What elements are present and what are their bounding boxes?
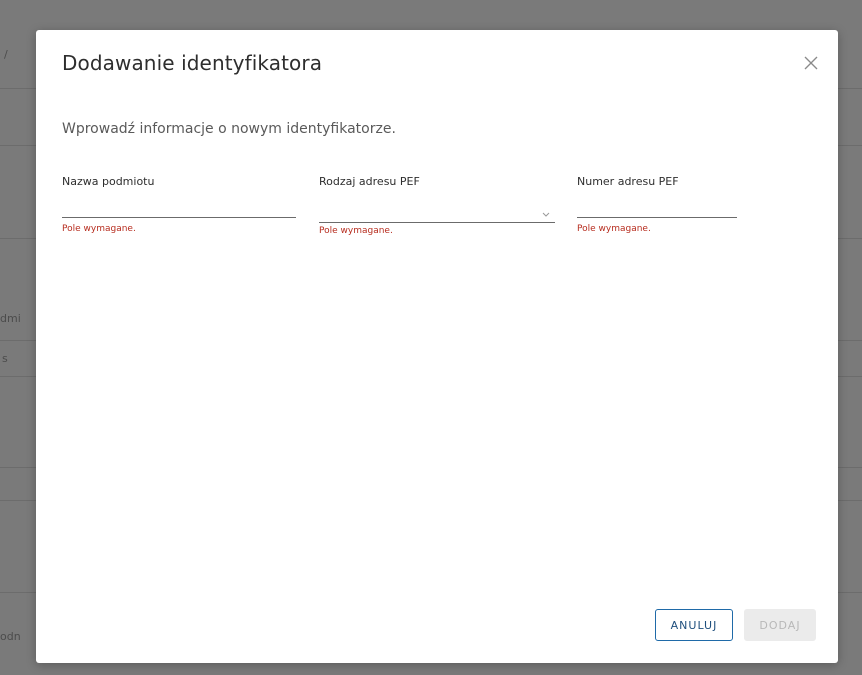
- close-icon[interactable]: [800, 52, 822, 74]
- entity-name-error: Pole wymagane.: [62, 224, 136, 234]
- cancel-button[interactable]: ANULUJ: [655, 609, 733, 641]
- background-text: s: [2, 352, 8, 365]
- add-button[interactable]: DODAJ: [744, 609, 816, 641]
- background-text: /: [4, 48, 8, 61]
- chevron-down-icon: [541, 204, 551, 217]
- pef-address-type-select[interactable]: [319, 197, 555, 223]
- pef-address-number-error: Pole wymagane.: [577, 224, 651, 234]
- dialog-description: Wprowadź informacje o nowym identyfikato…: [62, 121, 396, 137]
- pef-address-type-error: Pole wymagane.: [319, 226, 393, 236]
- entity-name-label: Nazwa podmiotu: [62, 175, 155, 188]
- entity-name-input[interactable]: [62, 197, 296, 218]
- pef-address-number-input[interactable]: [577, 197, 737, 218]
- dialog-title: Dodawanie identyfikatora: [62, 51, 323, 75]
- pef-address-type-label: Rodzaj adresu PEF: [319, 175, 420, 188]
- background-text: dmi: [0, 312, 21, 325]
- add-identifier-dialog: Dodawanie identyfikatora Wprowadź inform…: [36, 30, 838, 663]
- pef-address-number-label: Numer adresu PEF: [577, 175, 679, 188]
- background-text: odn: [0, 630, 21, 643]
